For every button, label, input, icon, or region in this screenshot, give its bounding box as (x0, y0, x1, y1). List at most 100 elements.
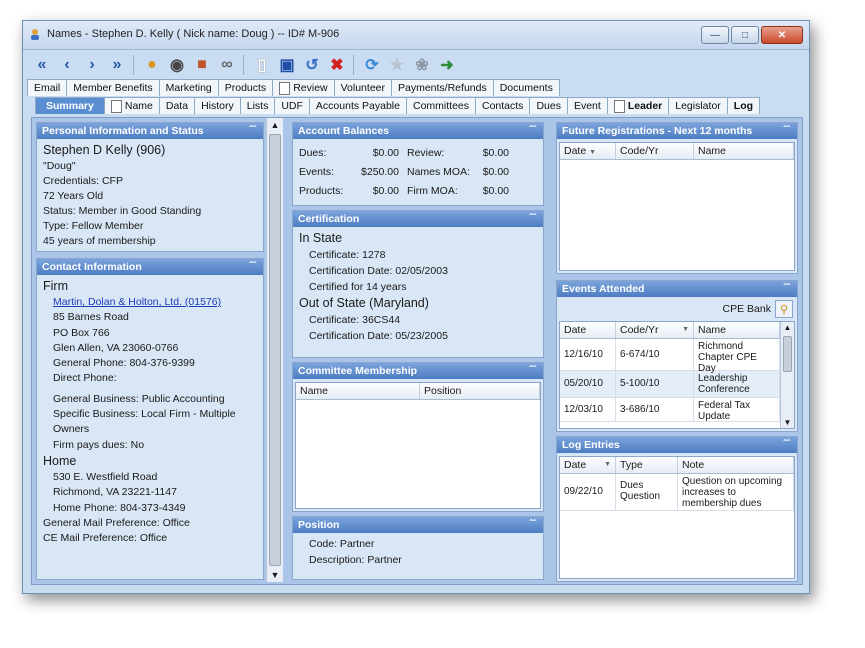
names-window: Names - Stephen D. Kelly ( Nick name: Do… (22, 20, 810, 594)
tab-email[interactable]: Email (27, 79, 68, 96)
tab-log[interactable]: Log (726, 97, 761, 114)
tools-icon[interactable]: ■ (191, 54, 213, 76)
future-registrations-header[interactable]: Future Registrations - Next 12 months ˆˆ (557, 123, 797, 139)
next-record-icon[interactable]: › (81, 54, 103, 76)
collapse-icon[interactable]: ˆˆ (529, 517, 536, 533)
scroll-thumb[interactable] (783, 336, 792, 372)
tab-products[interactable]: Products (217, 79, 274, 96)
column-header-note[interactable]: Note (678, 457, 794, 473)
column-header-code[interactable]: Code/Yr ▼ (616, 322, 694, 338)
firm-link[interactable]: Martin, Dolan & Holton, Ltd. (01576) (53, 296, 221, 308)
position-header[interactable]: Position ˆˆ (293, 517, 543, 533)
balance-label: Products: (299, 185, 344, 197)
collapse-icon[interactable]: ˆˆ (529, 123, 536, 139)
table-row[interactable]: 12/03/10 3-686/10 Federal Tax Update (560, 398, 780, 422)
balance-label: Events: (299, 166, 335, 178)
column-header-name[interactable]: Name (694, 143, 794, 159)
log-entries-header[interactable]: Log Entries ˆˆ (557, 437, 797, 453)
collapse-icon[interactable]: ˆˆ (249, 123, 256, 139)
direct-phone: Direct Phone: (53, 372, 117, 385)
tab-review[interactable]: Review (272, 79, 335, 96)
scroll-up-icon[interactable]: ▲ (267, 120, 283, 130)
account-balances-header[interactable]: Account Balances ˆˆ (293, 123, 543, 139)
tab-member-benefits[interactable]: Member Benefits (66, 79, 160, 96)
previous-record-icon[interactable]: ‹ (56, 54, 78, 76)
contact-info-header[interactable]: Contact Information ˆˆ (37, 259, 263, 275)
refresh-icon[interactable]: ⟳ (361, 54, 383, 76)
last-record-icon[interactable]: » (106, 54, 128, 76)
collapse-icon[interactable]: ˆˆ (529, 363, 536, 379)
tab-summary[interactable]: Summary (35, 97, 105, 114)
exit-icon[interactable]: ➜ (436, 54, 458, 76)
event-date: 12/16/10 (560, 339, 616, 370)
collapse-icon[interactable]: ˆˆ (249, 259, 256, 275)
maximize-button[interactable]: □ (731, 26, 759, 44)
tab-legislator[interactable]: Legislator (668, 97, 728, 114)
log-grid[interactable]: Date ▼ Type Note 09/22/10 Dues Question Ques… (559, 456, 795, 579)
delete-icon[interactable]: ✖ (326, 54, 348, 76)
tab-history[interactable]: History (194, 97, 241, 114)
column-header-date[interactable]: Date (560, 322, 616, 338)
middle-column: Account Balances ˆˆ Dues: $0.00 Review: $0.0… (292, 118, 550, 584)
tab-contacts[interactable]: Contacts (475, 97, 531, 114)
first-record-icon[interactable]: « (31, 54, 53, 76)
collapse-icon[interactable]: ˆˆ (529, 211, 536, 227)
column-header-date[interactable]: Date ▼ (560, 457, 616, 473)
table-row[interactable]: 12/16/10 6-674/10 Richmond Chapter CPE Day (560, 339, 780, 374)
event-code: 6-674/10 (616, 339, 694, 370)
star-icon[interactable]: ★ (386, 54, 408, 76)
undo-icon[interactable]: ↺ (301, 54, 323, 76)
binoculars-icon[interactable]: ◉ (166, 54, 188, 76)
tab-udf[interactable]: UDF (274, 97, 310, 114)
certificate-icon[interactable]: ❀ (411, 54, 433, 76)
panel-title: Committee Membership (298, 365, 418, 377)
table-row[interactable]: 09/22/10 Dues Question Question on upcomin… (560, 474, 794, 511)
tab-committees[interactable]: Committees (405, 97, 476, 114)
scroll-up-icon[interactable]: ▲ (781, 323, 794, 332)
tab-documents[interactable]: Documents (492, 79, 560, 96)
tab-lists[interactable]: Lists (239, 97, 276, 114)
collapse-icon[interactable]: ˆˆ (783, 437, 790, 453)
column-header-date[interactable]: Date ▼ (560, 143, 616, 159)
panel-title: Future Registrations - Next 12 months (562, 125, 753, 137)
tab-payments-refunds[interactable]: Payments/Refunds (391, 79, 494, 96)
close-button[interactable]: ✕ (761, 26, 803, 44)
tab-leader[interactable]: Leader (606, 97, 670, 114)
tab-data[interactable]: Data (158, 97, 196, 114)
column-header-name[interactable]: Name (296, 383, 420, 399)
column-header-name[interactable]: Name (694, 322, 780, 338)
collapse-icon[interactable]: ˆˆ (783, 123, 790, 139)
committee-grid[interactable]: Name Position (295, 382, 541, 509)
collapse-icon[interactable]: ˆˆ (783, 281, 790, 297)
cpe-bank-search-icon[interactable]: ⚲ (775, 300, 793, 318)
tab-volunteer[interactable]: Volunteer (333, 79, 392, 96)
events-scrollbar[interactable]: ▲ ▼ (780, 322, 794, 428)
certification-header[interactable]: Certification ˆˆ (293, 211, 543, 227)
tab-name[interactable]: Name (103, 97, 160, 114)
tab-event[interactable]: Event (566, 97, 608, 114)
save-icon[interactable]: ▣ (276, 54, 298, 76)
column-header-code[interactable]: Code/Yr (616, 143, 694, 159)
future-registrations-grid[interactable]: Date ▼ Code/Yr Name (559, 142, 795, 271)
new-record-icon[interactable]: ▯ (251, 54, 273, 76)
scroll-down-icon[interactable]: ▼ (267, 570, 283, 580)
out-state-certificate: Certificate: 36CS44 (309, 314, 401, 326)
tab-marketing[interactable]: Marketing (158, 79, 219, 96)
tab-accounts-payable[interactable]: Accounts Payable (308, 97, 407, 114)
balance-value: $0.00 (372, 185, 399, 197)
column-header-position[interactable]: Position (420, 383, 540, 399)
committee-membership-header[interactable]: Committee Membership ˆˆ (293, 363, 543, 379)
glasses-icon[interactable]: ∞ (216, 54, 238, 76)
minimize-button[interactable]: — (701, 26, 729, 44)
search-icon[interactable]: ● (141, 54, 163, 76)
tab-dues[interactable]: Dues (529, 97, 568, 114)
scroll-down-icon[interactable]: ▼ (781, 418, 794, 427)
table-row[interactable]: 05/20/10 5-100/10 Leadership Conference (560, 371, 780, 398)
events-attended-header[interactable]: Events Attended ˆˆ (557, 281, 797, 297)
column-header-type[interactable]: Type (616, 457, 678, 473)
scroll-thumb[interactable] (269, 134, 281, 566)
events-grid[interactable]: Date Code/Yr ▼ Name 12/16/10 6-674/10 Richmo… (559, 321, 795, 429)
personal-info-header[interactable]: Personal Information and Status ˆˆ (37, 123, 263, 139)
sort-arrow-icon: ▼ (589, 149, 597, 156)
left-scrollbar[interactable]: ▲ ▼ (266, 118, 283, 582)
